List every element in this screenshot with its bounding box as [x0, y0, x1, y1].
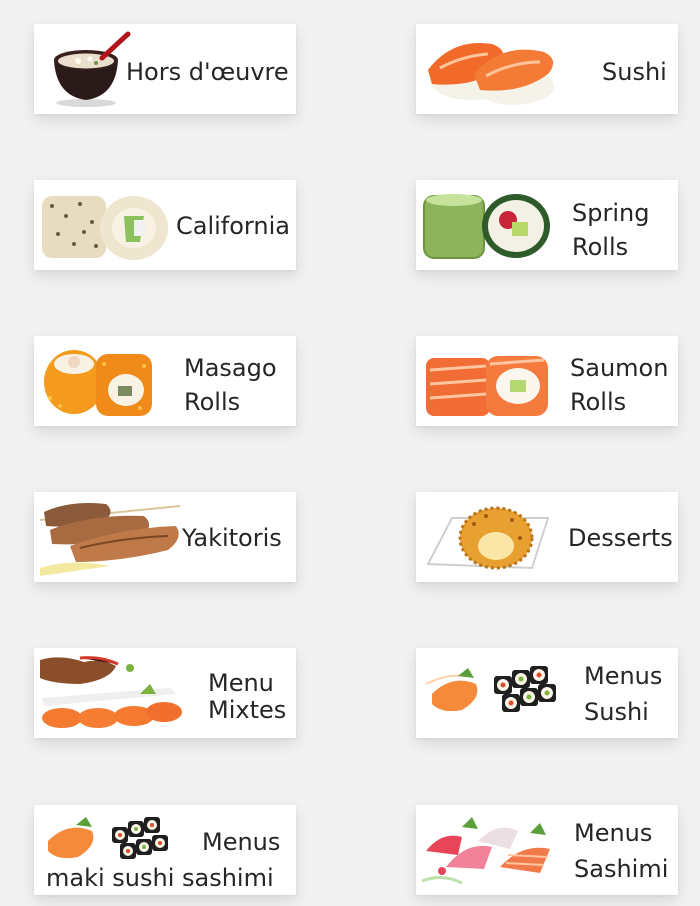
category-card-spring-rolls[interactable]: Spring Rolls — [416, 180, 678, 270]
spring-roll-icon — [422, 186, 554, 264]
category-card-masago-rolls[interactable]: Masago Rolls — [34, 336, 296, 426]
category-label: Yakitoris — [182, 524, 282, 552]
category-label: Masago Rolls — [184, 354, 277, 416]
category-label: Menus — [202, 828, 281, 856]
masago-roll-icon — [40, 342, 172, 420]
category-label: Hors d'œuvre — [126, 58, 289, 86]
category-card-yakitoris[interactable]: Yakitoris — [34, 492, 296, 582]
salmon-roll-icon — [422, 342, 554, 420]
yakitori-skewers-icon — [40, 498, 182, 576]
category-label: Menus Sashimi — [574, 819, 669, 883]
salmon-nigiri-icon — [422, 30, 554, 108]
category-card-hors-doeuvre[interactable]: Hors d'œuvre — [34, 24, 296, 114]
category-card-menus-sushi[interactable]: Menus Sushi — [416, 648, 678, 738]
category-card-california[interactable]: California — [34, 180, 296, 270]
category-card-menu-mixtes[interactable]: Menu Mixtes — [34, 648, 296, 738]
category-card-menus-sashimi[interactable]: Menus Sashimi — [416, 805, 678, 895]
maki-sushi-sashimi-platter-icon — [40, 811, 180, 867]
category-card-menus-maki-sushi-sashimi[interactable]: Menus maki sushi sashimi — [34, 805, 296, 895]
category-label: Saumon Rolls — [570, 354, 669, 416]
mixed-menu-platter-icon — [40, 654, 184, 732]
category-label: Menu Mixtes — [208, 669, 287, 724]
sushi-platter-icon — [422, 654, 572, 732]
dessert-plate-icon — [422, 498, 554, 576]
category-sublabel: maki sushi sashimi — [46, 864, 274, 892]
category-label: Spring Rolls — [572, 199, 650, 261]
category-label: Sushi — [602, 58, 667, 86]
category-card-saumon-rolls[interactable]: Saumon Rolls — [416, 336, 678, 426]
category-card-sushi[interactable]: Sushi — [416, 24, 678, 114]
category-card-desserts[interactable]: Desserts — [416, 492, 678, 582]
category-label: Desserts — [568, 524, 673, 552]
sashimi-platter-icon — [422, 811, 562, 889]
california-roll-icon — [40, 186, 172, 264]
category-label: California — [176, 212, 290, 240]
category-label: Menus Sushi — [584, 662, 663, 726]
